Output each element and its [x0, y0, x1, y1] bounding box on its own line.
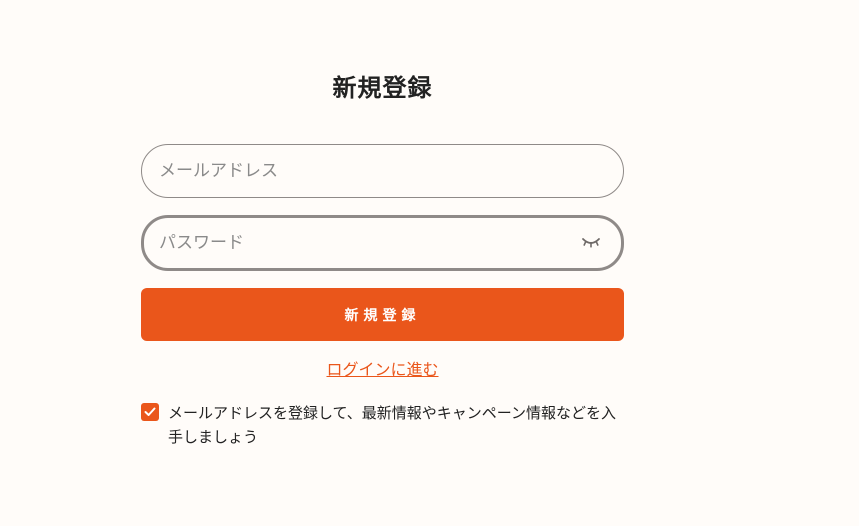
consent-checkbox[interactable]: [141, 403, 159, 421]
login-link[interactable]: ログインに進む: [326, 360, 438, 379]
signup-button[interactable]: 新規登録: [141, 288, 624, 341]
consent-label: メールアドレスを登録して、最新情報やキャンペーン情報などを入手しましょう: [168, 404, 617, 446]
password-input[interactable]: [144, 218, 579, 268]
consent-row: メールアドレスを登録して、最新情報やキャンペーン情報などを入手しましょう: [141, 401, 624, 449]
checkmark-icon: [144, 407, 156, 416]
eye-closed-icon[interactable]: [579, 233, 603, 253]
email-input[interactable]: [142, 145, 623, 197]
page-title: 新規登録: [332, 74, 433, 102]
password-field-wrapper: [141, 215, 624, 271]
eye-closed-icon-graphic: [582, 238, 600, 248]
signup-page: 新規登録 新規登録 ログインに進む: [0, 0, 859, 526]
email-field-wrapper: [141, 144, 624, 198]
login-link-wrapper: ログインに進む: [141, 359, 624, 381]
